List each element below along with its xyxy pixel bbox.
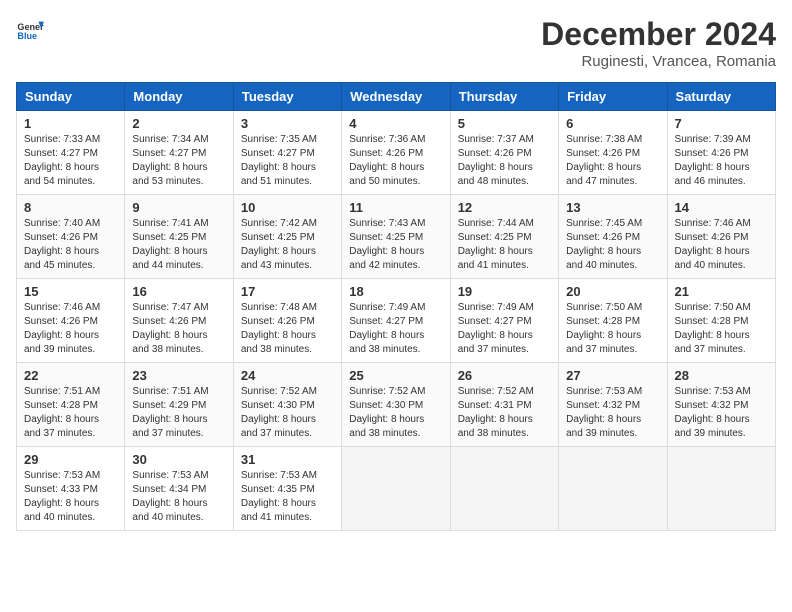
table-row: 2 Sunrise: 7:34 AMSunset: 4:27 PMDayligh… — [125, 111, 233, 195]
table-row: 18 Sunrise: 7:49 AMSunset: 4:27 PMDaylig… — [342, 279, 450, 363]
col-saturday: Saturday — [667, 83, 775, 111]
table-row: 10 Sunrise: 7:42 AMSunset: 4:25 PMDaylig… — [233, 195, 341, 279]
table-row: 25 Sunrise: 7:52 AMSunset: 4:30 PMDaylig… — [342, 363, 450, 447]
empty-cell — [342, 447, 450, 531]
table-row: 14 Sunrise: 7:46 AMSunset: 4:26 PMDaylig… — [667, 195, 775, 279]
col-wednesday: Wednesday — [342, 83, 450, 111]
calendar-week-row: 15 Sunrise: 7:46 AMSunset: 4:26 PMDaylig… — [17, 279, 776, 363]
table-row: 12 Sunrise: 7:44 AMSunset: 4:25 PMDaylig… — [450, 195, 558, 279]
table-row: 24 Sunrise: 7:52 AMSunset: 4:30 PMDaylig… — [233, 363, 341, 447]
table-row: 20 Sunrise: 7:50 AMSunset: 4:28 PMDaylig… — [559, 279, 667, 363]
table-row: 30 Sunrise: 7:53 AMSunset: 4:34 PMDaylig… — [125, 447, 233, 531]
table-row: 31 Sunrise: 7:53 AMSunset: 4:35 PMDaylig… — [233, 447, 341, 531]
calendar-week-row: 29 Sunrise: 7:53 AMSunset: 4:33 PMDaylig… — [17, 447, 776, 531]
calendar-week-row: 22 Sunrise: 7:51 AMSunset: 4:28 PMDaylig… — [17, 363, 776, 447]
table-row: 4 Sunrise: 7:36 AMSunset: 4:26 PMDayligh… — [342, 111, 450, 195]
table-row: 3 Sunrise: 7:35 AMSunset: 4:27 PMDayligh… — [233, 111, 341, 195]
table-row: 5 Sunrise: 7:37 AMSunset: 4:26 PMDayligh… — [450, 111, 558, 195]
table-row: 15 Sunrise: 7:46 AMSunset: 4:26 PMDaylig… — [17, 279, 125, 363]
location-title: Ruginesti, Vrancea, Romania — [541, 53, 776, 70]
table-row: 1 Sunrise: 7:33 AMSunset: 4:27 PMDayligh… — [17, 111, 125, 195]
table-row: 22 Sunrise: 7:51 AMSunset: 4:28 PMDaylig… — [17, 363, 125, 447]
table-row: 19 Sunrise: 7:49 AMSunset: 4:27 PMDaylig… — [450, 279, 558, 363]
col-monday: Monday — [125, 83, 233, 111]
table-row: 16 Sunrise: 7:47 AMSunset: 4:26 PMDaylig… — [125, 279, 233, 363]
col-tuesday: Tuesday — [233, 83, 341, 111]
calendar-header-row: Sunday Monday Tuesday Wednesday Thursday… — [17, 83, 776, 111]
calendar-week-row: 1 Sunrise: 7:33 AMSunset: 4:27 PMDayligh… — [17, 111, 776, 195]
table-row: 27 Sunrise: 7:53 AMSunset: 4:32 PMDaylig… — [559, 363, 667, 447]
table-row: 28 Sunrise: 7:53 AMSunset: 4:32 PMDaylig… — [667, 363, 775, 447]
empty-cell — [450, 447, 558, 531]
table-row: 26 Sunrise: 7:52 AMSunset: 4:31 PMDaylig… — [450, 363, 558, 447]
month-title: December 2024 — [541, 16, 776, 53]
logo: General Blue — [16, 16, 44, 44]
col-sunday: Sunday — [17, 83, 125, 111]
table-row: 23 Sunrise: 7:51 AMSunset: 4:29 PMDaylig… — [125, 363, 233, 447]
svg-text:Blue: Blue — [17, 31, 37, 41]
table-row: 29 Sunrise: 7:53 AMSunset: 4:33 PMDaylig… — [17, 447, 125, 531]
table-row: 21 Sunrise: 7:50 AMSunset: 4:28 PMDaylig… — [667, 279, 775, 363]
table-row: 17 Sunrise: 7:48 AMSunset: 4:26 PMDaylig… — [233, 279, 341, 363]
table-row: 13 Sunrise: 7:45 AMSunset: 4:26 PMDaylig… — [559, 195, 667, 279]
table-row: 6 Sunrise: 7:38 AMSunset: 4:26 PMDayligh… — [559, 111, 667, 195]
empty-cell — [667, 447, 775, 531]
logo-icon: General Blue — [16, 16, 44, 44]
col-friday: Friday — [559, 83, 667, 111]
calendar-week-row: 8 Sunrise: 7:40 AMSunset: 4:26 PMDayligh… — [17, 195, 776, 279]
header: General Blue December 2024 Ruginesti, Vr… — [16, 16, 776, 70]
table-row: 9 Sunrise: 7:41 AMSunset: 4:25 PMDayligh… — [125, 195, 233, 279]
empty-cell — [559, 447, 667, 531]
table-row: 8 Sunrise: 7:40 AMSunset: 4:26 PMDayligh… — [17, 195, 125, 279]
calendar: Sunday Monday Tuesday Wednesday Thursday… — [16, 82, 776, 531]
title-area: December 2024 Ruginesti, Vrancea, Romani… — [541, 16, 776, 70]
table-row: 11 Sunrise: 7:43 AMSunset: 4:25 PMDaylig… — [342, 195, 450, 279]
col-thursday: Thursday — [450, 83, 558, 111]
table-row: 7 Sunrise: 7:39 AMSunset: 4:26 PMDayligh… — [667, 111, 775, 195]
